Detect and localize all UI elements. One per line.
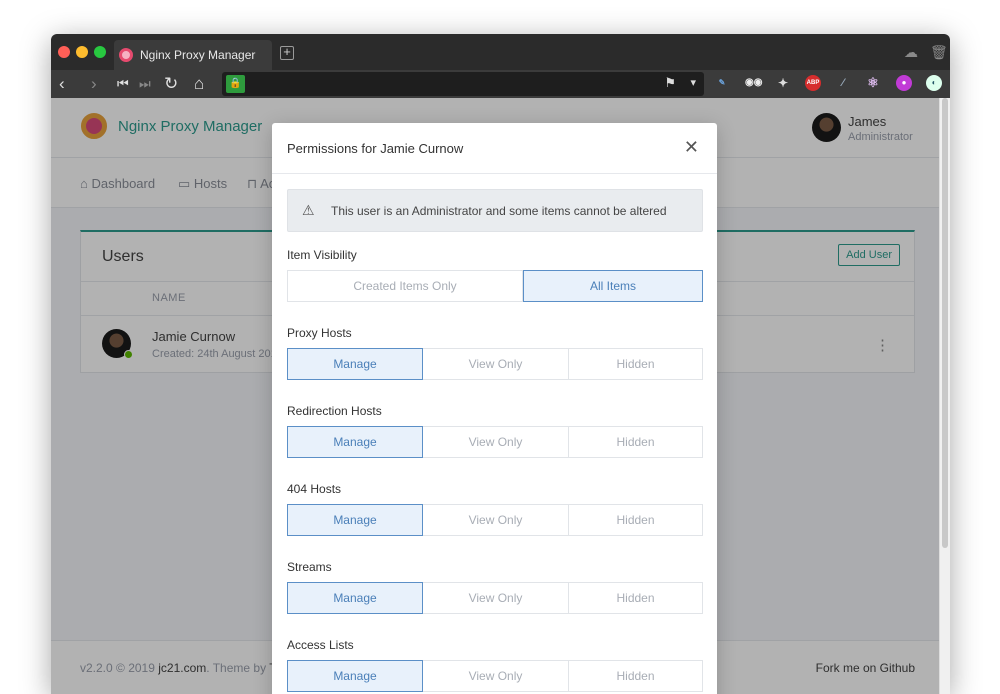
pen-icon[interactable]: ⁄ <box>835 75 851 91</box>
new-tab-button[interactable]: + <box>280 45 294 60</box>
browser-tab-title: Nginx Proxy Manager <box>140 48 256 62</box>
option-all-items[interactable]: All Items <box>523 270 703 302</box>
option-view-only[interactable]: View Only <box>423 348 569 380</box>
cloud-icon[interactable]: ☁ <box>904 44 918 61</box>
streams-permission: Manage View Only Hidden <box>287 582 703 614</box>
streams-label: Streams <box>287 560 332 574</box>
npm-favicon-icon <box>119 48 133 62</box>
proxy-hosts-permission: Manage View Only Hidden <box>287 348 703 380</box>
gear-icon[interactable]: ✦ <box>775 75 791 91</box>
close-icon[interactable]: ✕ <box>684 137 699 158</box>
browser-toolbar: ‹ › ⏮ ⏭ ↻ ⌂ 🔒 ⚑ ▾ ✎ ◉◉ ✦ ABP ⁄ ⚛ ● ◐ <box>51 70 950 98</box>
option-manage[interactable]: Manage <box>287 426 423 458</box>
option-manage[interactable]: Manage <box>287 504 423 536</box>
abp-icon[interactable]: ABP <box>805 75 821 91</box>
page-scrollbar[interactable] <box>939 98 950 694</box>
chevron-down-icon[interactable]: ▾ <box>690 76 696 89</box>
option-manage[interactable]: Manage <box>287 582 423 614</box>
trash-icon[interactable]: 🗑 <box>930 44 948 61</box>
option-hidden[interactable]: Hidden <box>569 504 703 536</box>
eyes-icon[interactable]: ◉◉ <box>745 75 762 91</box>
secure-lock-icon: 🔒 <box>226 75 245 93</box>
option-hidden[interactable]: Hidden <box>569 426 703 458</box>
404-hosts-permission: Manage View Only Hidden <box>287 504 703 536</box>
option-created-items-only[interactable]: Created Items Only <box>287 270 523 302</box>
item-visibility-label: Item Visibility <box>287 248 357 262</box>
bookmark-icon[interactable]: ⚑ <box>664 75 676 91</box>
modal-title: Permissions for Jamie Curnow <box>287 141 464 156</box>
back-button[interactable]: ‹ <box>59 74 65 94</box>
option-manage[interactable]: Manage <box>287 660 423 692</box>
option-view-only[interactable]: View Only <box>423 582 569 614</box>
option-hidden[interactable]: Hidden <box>569 660 703 692</box>
react-icon[interactable]: ⚛ <box>865 75 881 91</box>
option-hidden[interactable]: Hidden <box>569 348 703 380</box>
leaf-icon[interactable]: ◐ <box>926 75 942 91</box>
option-view-only[interactable]: View Only <box>423 426 569 458</box>
option-hidden[interactable]: Hidden <box>569 582 703 614</box>
option-view-only[interactable]: View Only <box>423 504 569 536</box>
skip-back-icon[interactable]: ⏮ <box>117 74 129 94</box>
option-view-only[interactable]: View Only <box>423 660 569 692</box>
access-lists-label: Access Lists <box>287 638 354 652</box>
404-hosts-label: 404 Hosts <box>287 482 342 496</box>
admin-alert: ⚠ This user is an Administrator and some… <box>287 189 703 232</box>
tool-icon[interactable]: ✎ <box>714 75 730 91</box>
warning-icon: ⚠ <box>302 202 315 218</box>
scrollbar-thumb[interactable] <box>942 98 948 548</box>
alert-text: This user is an Administrator and some i… <box>331 204 667 218</box>
redirection-hosts-permission: Manage View Only Hidden <box>287 426 703 458</box>
close-window-button[interactable] <box>58 46 70 58</box>
address-bar[interactable]: 🔒 ⚑ ▾ <box>222 72 704 96</box>
tab-bar: Nginx Proxy Manager + ☁ 🗑 <box>51 34 950 70</box>
skip-forward-icon[interactable]: ⏭ <box>139 74 151 94</box>
minimize-window-button[interactable] <box>76 46 88 58</box>
reload-button[interactable]: ↻ <box>164 74 178 94</box>
redirection-hosts-label: Redirection Hosts <box>287 404 382 418</box>
forward-button[interactable]: › <box>91 74 97 94</box>
maximize-window-button[interactable] <box>94 46 106 58</box>
browser-tab[interactable]: Nginx Proxy Manager <box>114 40 272 70</box>
item-visibility-toggle: Created Items Only All Items <box>287 270 703 302</box>
modal-header: Permissions for Jamie Curnow ✕ <box>272 123 717 174</box>
browser-window: Nginx Proxy Manager + ☁ 🗑 ‹ › ⏮ ⏭ ↻ ⌂ 🔒 … <box>51 34 950 694</box>
page-viewport: Nginx Proxy Manager James Administrator … <box>51 98 939 694</box>
proxy-hosts-label: Proxy Hosts <box>287 326 352 340</box>
option-manage[interactable]: Manage <box>287 348 423 380</box>
circle-icon[interactable]: ● <box>896 75 912 91</box>
access-lists-permission: Manage View Only Hidden <box>287 660 703 692</box>
home-button[interactable]: ⌂ <box>194 74 204 94</box>
permissions-modal: Permissions for Jamie Curnow ✕ ⚠ This us… <box>272 123 717 694</box>
